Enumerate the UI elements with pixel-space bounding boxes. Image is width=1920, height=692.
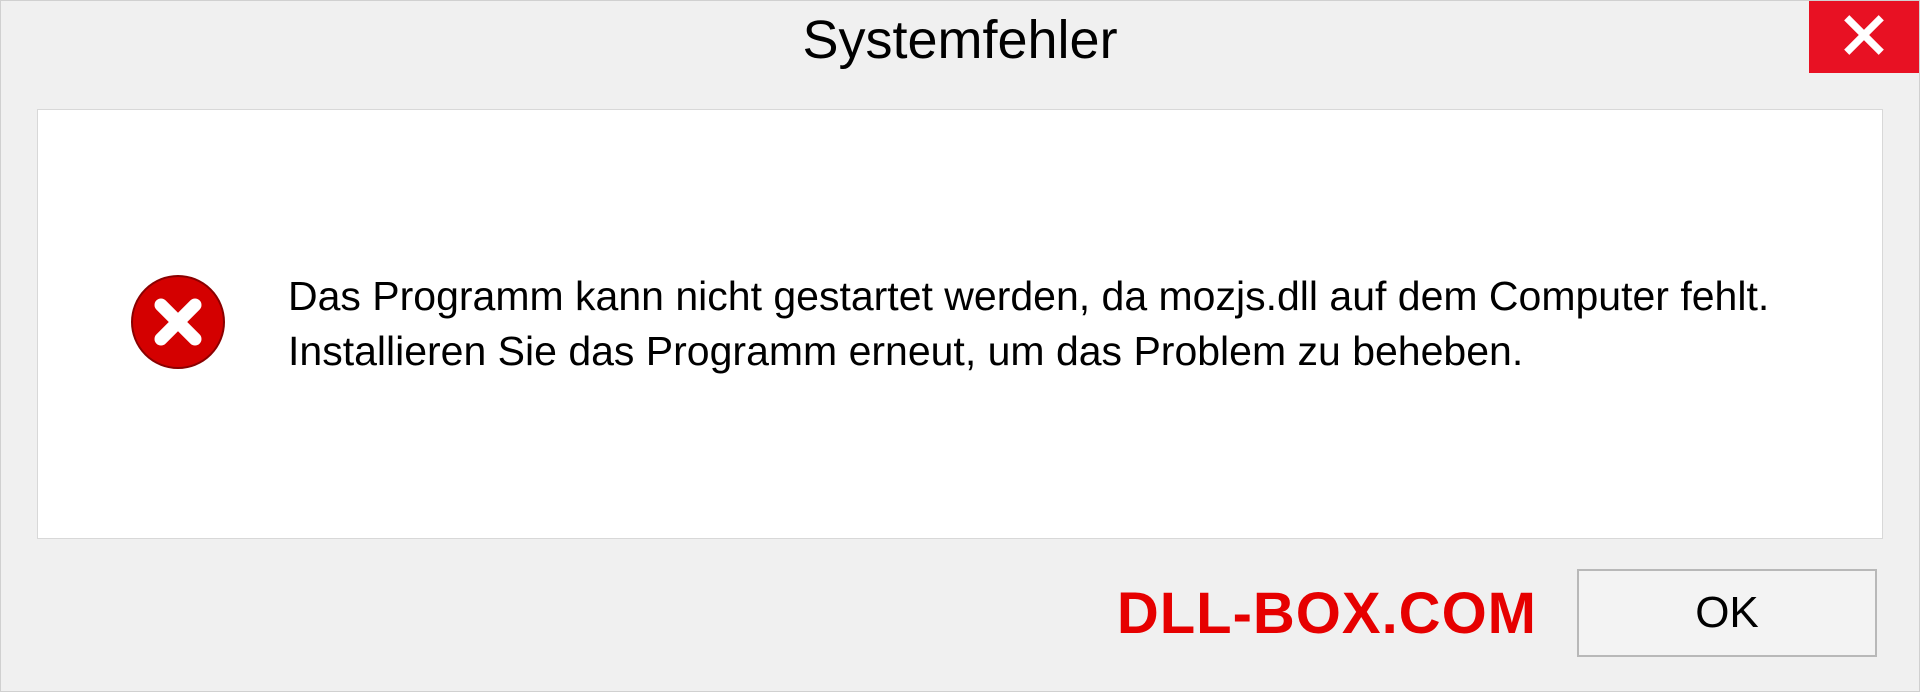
error-icon [128, 272, 228, 377]
error-dialog: Systemfehler Das Programm kann nicht ges… [0, 0, 1920, 692]
content-area: Das Programm kann nicht gestartet werden… [37, 109, 1883, 539]
ok-button[interactable]: OK [1577, 569, 1877, 657]
close-icon [1842, 13, 1886, 62]
close-button[interactable] [1809, 1, 1919, 73]
dialog-footer: DLL-BOX.COM OK [1, 539, 1919, 691]
watermark-text: DLL-BOX.COM [1117, 580, 1537, 647]
error-message: Das Programm kann nicht gestartet werden… [288, 269, 1812, 380]
titlebar: Systemfehler [1, 1, 1919, 91]
dialog-title: Systemfehler [802, 9, 1117, 71]
